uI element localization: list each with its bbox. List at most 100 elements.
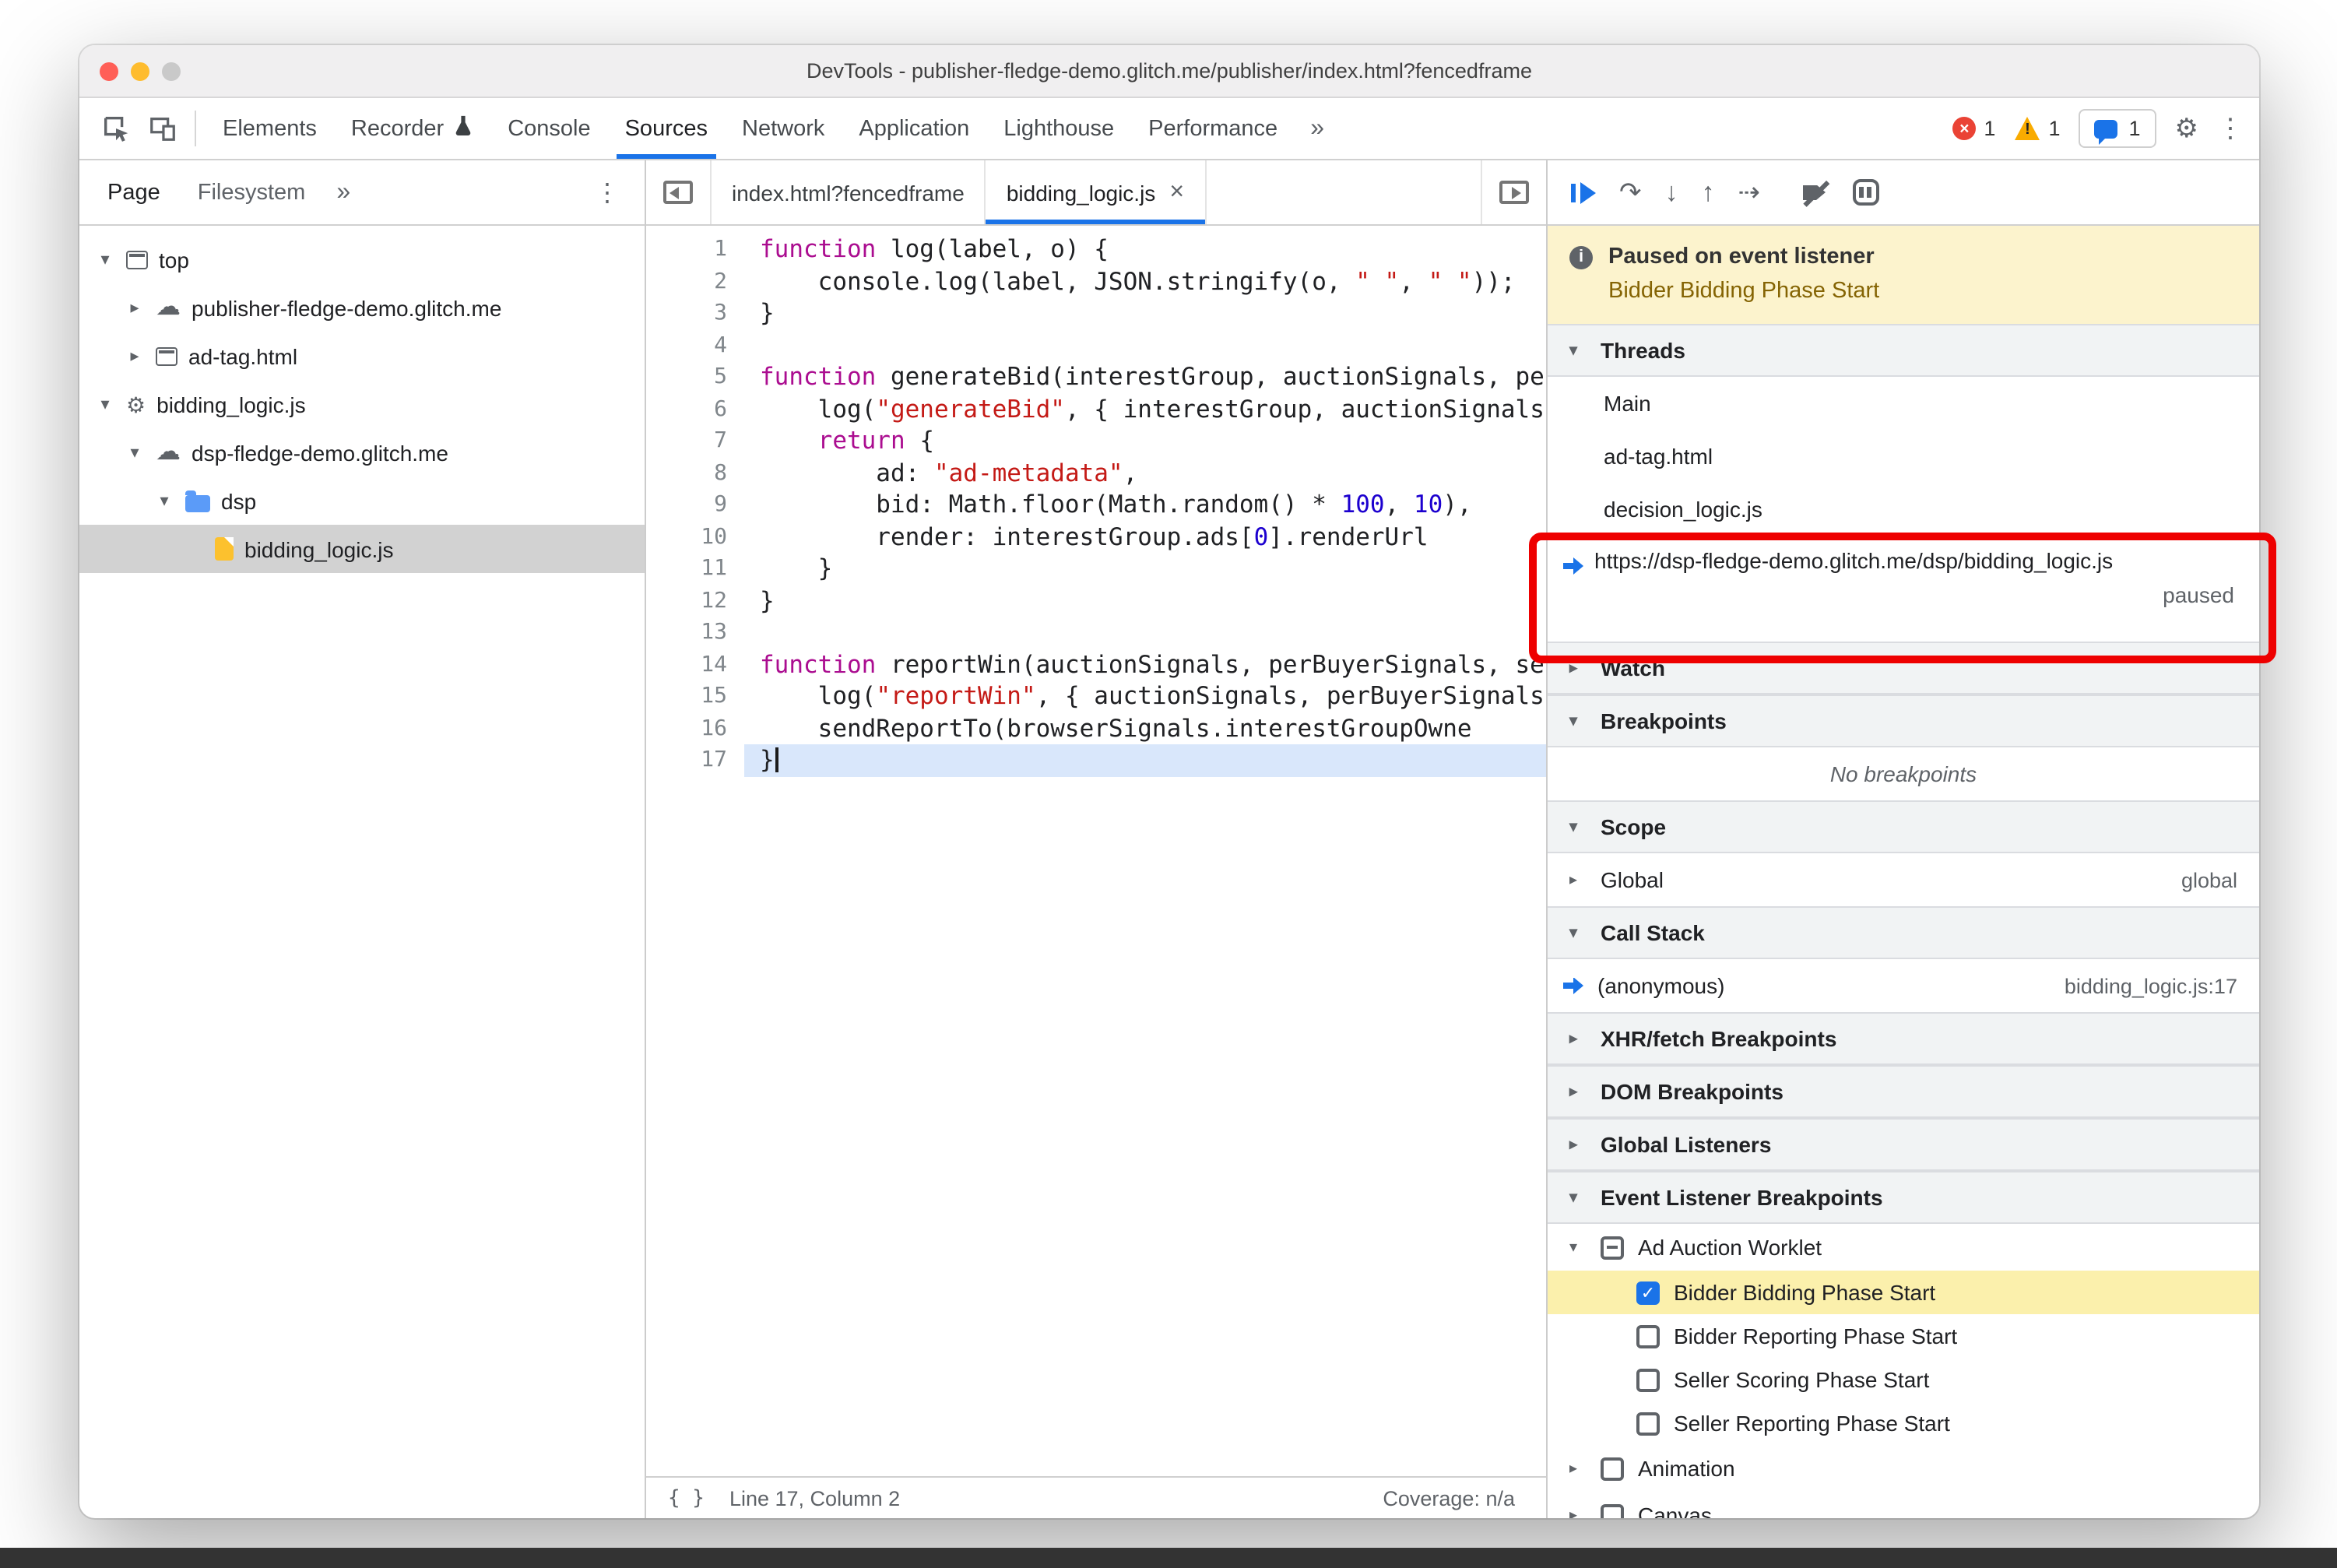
scope-section-header[interactable]: ▾ Scope — [1548, 800, 2259, 853]
line-number[interactable]: 8 — [646, 457, 727, 489]
scope-item-global[interactable]: ▸ Global global — [1548, 853, 2259, 906]
panel-tab-application[interactable]: Application — [842, 98, 986, 159]
line-number[interactable]: 16 — [646, 712, 727, 744]
panel-tab-elements[interactable]: Elements — [206, 98, 334, 159]
watch-section-header[interactable]: ▸ Watch — [1548, 642, 2259, 694]
settings-gear-icon[interactable]: ⚙ — [2175, 113, 2199, 144]
elb-group-ad-auction-worklet[interactable]: ▾ Ad Auction Worklet — [1548, 1224, 2259, 1271]
elb-item-seller-scoring-phase-start[interactable]: Seller Scoring Phase Start — [1548, 1358, 2259, 1401]
elb-item-bidder-reporting-phase-start[interactable]: Bidder Reporting Phase Start — [1548, 1314, 2259, 1358]
line-number[interactable]: 6 — [646, 393, 727, 425]
code-line[interactable]: } — [760, 585, 1546, 617]
xhr-breakpoints-section-header[interactable]: ▸ XHR/fetch Breakpoints — [1548, 1012, 2259, 1065]
pretty-print-icon[interactable]: { } — [668, 1486, 705, 1510]
issues-button[interactable]: 1 — [2079, 109, 2156, 148]
step-out-button[interactable]: ↑ — [1702, 177, 1715, 208]
chevron-down-icon[interactable]: ▾ — [125, 442, 145, 462]
elb-item-seller-reporting-phase-start[interactable]: Seller Reporting Phase Start — [1548, 1401, 2259, 1445]
chevron-down-icon[interactable]: ▾ — [1569, 1239, 1587, 1256]
tree-item-dsp-fledge-demo-glitch-me[interactable]: ▾ ☁ dsp-fledge-demo.glitch.me — [79, 428, 645, 476]
panel-tab-network[interactable]: Network — [725, 98, 842, 159]
tab-filesystem[interactable]: Filesystem — [179, 160, 325, 224]
code-line[interactable]: ad: "ad-metadata", — [760, 457, 1546, 489]
tree-item-dsp[interactable]: ▾ dsp — [79, 476, 645, 525]
breakpoints-section-header[interactable]: ▾ Breakpoints — [1548, 694, 2259, 747]
navigator-kebab-icon[interactable]: ⋮ — [579, 177, 635, 208]
line-number[interactable]: 17 — [646, 744, 727, 776]
code-line[interactable]: function log(label, o) { — [760, 234, 1546, 265]
device-toolbar-icon[interactable] — [139, 98, 185, 159]
line-number[interactable]: 14 — [646, 649, 727, 680]
breakpoint-checkbox[interactable] — [1636, 1368, 1660, 1391]
editor-tab-index-html-fencedframe[interactable]: index.html?fencedframe — [712, 160, 986, 224]
code-line[interactable] — [760, 617, 1546, 649]
code-line[interactable]: log("reportWin", { auctionSignals, perBu… — [760, 680, 1546, 712]
tree-item-bidding-logic-js[interactable]: bidding_logic.js — [79, 525, 645, 573]
panel-tab-recorder[interactable]: Recorder — [334, 98, 490, 159]
thread-item-decision-logic-js[interactable]: decision_logic.js — [1548, 483, 2259, 536]
panel-tab-sources[interactable]: Sources — [608, 98, 725, 159]
breakpoint-checkbox[interactable] — [1636, 1324, 1660, 1348]
line-number[interactable]: 5 — [646, 361, 727, 393]
thread-item-current[interactable]: https://dsp-fledge-demo.glitch.me/dsp/bi… — [1548, 536, 2259, 642]
breakpoint-checkbox[interactable] — [1636, 1412, 1660, 1435]
group-checkbox[interactable] — [1601, 1503, 1624, 1518]
code-line[interactable]: log("generateBid", { interestGroup, auct… — [760, 393, 1546, 425]
zoom-window-button[interactable] — [162, 62, 181, 80]
close-window-button[interactable] — [100, 62, 118, 80]
panel-tab-performance[interactable]: Performance — [1131, 98, 1295, 159]
step-button[interactable]: ⇢ — [1738, 177, 1761, 208]
editor-tab-bidding-logic-js[interactable]: bidding_logic.js × — [986, 160, 1206, 224]
thread-item-main[interactable]: Main — [1548, 377, 2259, 430]
warning-badge[interactable]: 1 — [2014, 117, 2060, 140]
chevron-right-icon[interactable]: ▸ — [125, 346, 145, 366]
elb-group-canvas[interactable]: ▸ Canvas — [1548, 1492, 2259, 1518]
chevron-down-icon[interactable]: ▾ — [95, 394, 115, 414]
elb-item-bidder-bidding-phase-start[interactable]: ✓ Bidder Bidding Phase Start — [1548, 1271, 2259, 1314]
inspect-element-icon[interactable] — [92, 98, 139, 159]
line-number[interactable]: 10 — [646, 521, 727, 553]
more-tabs-chevron[interactable]: » — [1295, 98, 1340, 159]
chevron-right-icon[interactable]: ▸ — [1569, 1506, 1587, 1518]
minimize-window-button[interactable] — [131, 62, 149, 80]
code-line[interactable] — [760, 329, 1546, 361]
line-number[interactable]: 12 — [646, 585, 727, 617]
chevron-right-icon[interactable]: ▸ — [1569, 1460, 1587, 1477]
tree-item-ad-tag-html[interactable]: ▸ ad-tag.html — [79, 332, 645, 380]
code-line[interactable]: console.log(label, JSON.stringify(o, " "… — [760, 265, 1546, 297]
line-number[interactable]: 9 — [646, 489, 727, 521]
code-line[interactable]: sendReportTo(browserSignals.interestGrou… — [760, 712, 1546, 744]
close-icon[interactable]: × — [1169, 178, 1184, 206]
line-number[interactable]: 1 — [646, 234, 727, 265]
resume-button[interactable] — [1571, 181, 1596, 203]
code-line[interactable]: return { — [760, 425, 1546, 457]
chevron-right-icon[interactable]: ▸ — [1569, 871, 1587, 888]
elb-group-animation[interactable]: ▸ Animation — [1548, 1445, 2259, 1492]
tree-item-bidding-logic-js[interactable]: ▾ ⚙ bidding_logic.js — [79, 380, 645, 428]
line-number[interactable]: 15 — [646, 680, 727, 712]
hide-navigator-icon[interactable] — [646, 160, 712, 224]
chevron-down-icon[interactable]: ▾ — [95, 249, 115, 269]
line-number[interactable]: 7 — [646, 425, 727, 457]
code-line[interactable]: } — [744, 744, 1546, 776]
code-line[interactable]: render: interestGroup.ads[0].renderUrl — [760, 521, 1546, 553]
navigator-more-chevron[interactable]: » — [324, 178, 363, 206]
code-line[interactable]: function reportWin(auctionSignals, perBu… — [760, 649, 1546, 680]
open-editor-location-icon[interactable] — [1481, 160, 1546, 224]
chevron-down-icon[interactable]: ▾ — [154, 490, 174, 511]
line-number[interactable]: 2 — [646, 265, 727, 297]
tree-item-top[interactable]: ▾ top — [79, 235, 645, 283]
tree-item-publisher-fledge-demo-glitch-me[interactable]: ▸ ☁ publisher-fledge-demo.glitch.me — [79, 283, 645, 332]
callstack-section-header[interactable]: ▾ Call Stack — [1548, 906, 2259, 959]
kebab-menu-icon[interactable]: ⋮ — [2217, 113, 2244, 144]
chevron-right-icon[interactable]: ▸ — [125, 297, 145, 318]
threads-section-header[interactable]: ▾ Threads — [1548, 324, 2259, 377]
code-line[interactable]: bid: Math.floor(Math.random() * 100, 10)… — [760, 489, 1546, 521]
thread-item-ad-tag-html[interactable]: ad-tag.html — [1548, 430, 2259, 483]
gutter[interactable]: 1 2 3 4 5 6 7 8 9 10 11 12 13 14 15 16 17 — [646, 234, 744, 1476]
line-number[interactable]: 3 — [646, 297, 727, 329]
panel-tab-console[interactable]: Console — [490, 98, 607, 159]
line-number[interactable]: 13 — [646, 617, 727, 649]
step-over-button[interactable]: ↷ — [1619, 177, 1642, 208]
line-number[interactable]: 4 — [646, 329, 727, 361]
